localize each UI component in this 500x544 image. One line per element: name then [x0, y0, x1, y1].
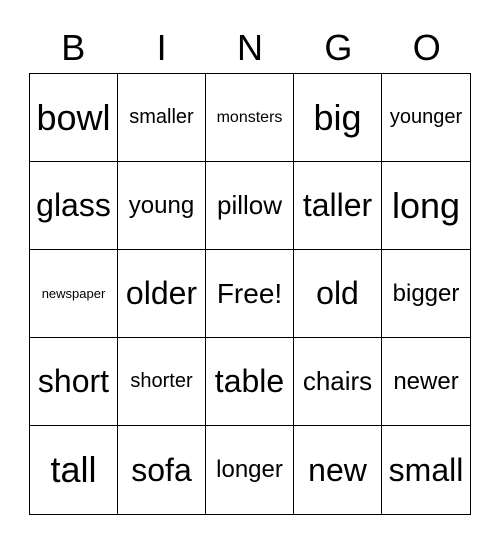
- bingo-cell[interactable]: short: [30, 338, 118, 426]
- bingo-cell[interactable]: longer: [206, 426, 294, 514]
- bingo-cell[interactable]: newer: [382, 338, 470, 426]
- bingo-cell[interactable]: bigger: [382, 250, 470, 338]
- bingo-cell[interactable]: newspaper: [30, 250, 118, 338]
- bingo-cell[interactable]: new: [294, 426, 382, 514]
- bingo-grid: bowl smaller monsters big younger glass young p…: [29, 73, 471, 515]
- header-letter-i: I: [156, 27, 167, 68]
- bingo-cell[interactable]: tall: [30, 426, 118, 514]
- bingo-cell[interactable]: big: [294, 74, 382, 162]
- bingo-cell[interactable]: Free!: [206, 250, 294, 338]
- bingo-cell[interactable]: taller: [294, 162, 382, 250]
- bingo-cell[interactable]: chairs: [294, 338, 382, 426]
- bingo-cell[interactable]: young: [118, 162, 206, 250]
- bingo-cell[interactable]: bowl: [30, 74, 118, 162]
- bingo-cell[interactable]: small: [382, 426, 470, 514]
- bingo-cell[interactable]: sofa: [118, 426, 206, 514]
- bingo-cell[interactable]: younger: [382, 74, 470, 162]
- bingo-cell[interactable]: smaller: [118, 74, 206, 162]
- bingo-cell[interactable]: older: [118, 250, 206, 338]
- header-letter-n: N: [236, 27, 263, 68]
- bingo-cell[interactable]: shorter: [118, 338, 206, 426]
- bingo-cell[interactable]: table: [206, 338, 294, 426]
- bingo-header: B I N G O: [29, 26, 471, 70]
- header-letter-g: G: [324, 27, 353, 68]
- bingo-cell[interactable]: glass: [30, 162, 118, 250]
- header-letter-b: B: [61, 27, 86, 68]
- bingo-cell[interactable]: old: [294, 250, 382, 338]
- bingo-cell[interactable]: pillow: [206, 162, 294, 250]
- bingo-cell[interactable]: monsters: [206, 74, 294, 162]
- bingo-cell[interactable]: long: [382, 162, 470, 250]
- header-letter-o: O: [412, 27, 441, 68]
